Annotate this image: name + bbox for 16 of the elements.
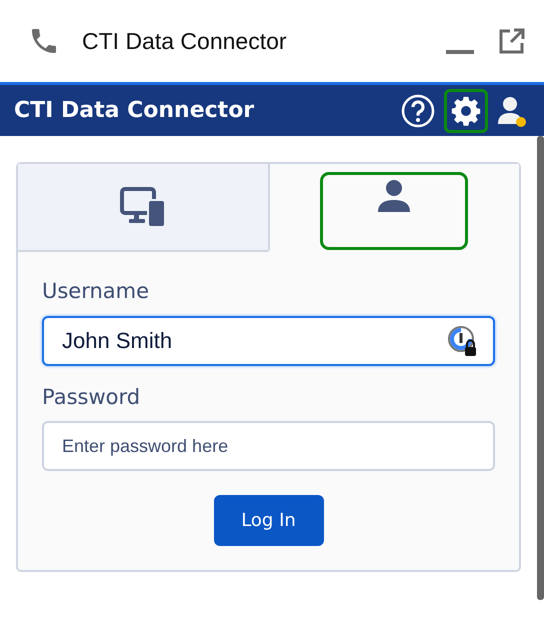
field-label: Password [42,384,142,410]
user-icon [377,179,412,213]
popout-icon[interactable] [498,27,526,55]
settings-icon[interactable] [444,88,488,132]
username-field[interactable]: John Smith [42,316,495,366]
login-button[interactable]: Log In [214,495,324,546]
field-label: Username [42,278,150,305]
minimize-icon[interactable] [446,49,474,55]
scrollbar[interactable] [537,136,544,600]
devices-tab[interactable] [18,164,268,252]
devices-icon [120,187,166,227]
password-manager-icon[interactable] [447,324,479,356]
app-title: CTI Data Connector [14,97,254,125]
user-tab[interactable] [268,164,519,252]
password-field[interactable]: Enter password here [42,421,495,471]
window-title: CTI Data Connector [82,26,287,56]
